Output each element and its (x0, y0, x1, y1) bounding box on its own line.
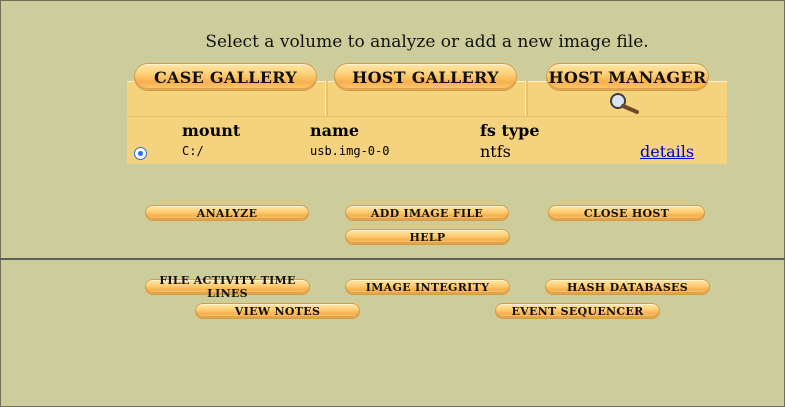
column-header-fs-type: fs type (480, 121, 540, 140)
tab-divider (525, 81, 528, 116)
section-divider (0, 258, 785, 260)
view-notes-button[interactable]: View Notes (195, 303, 360, 319)
page-prompt: Select a volume to analyze or add a new … (205, 32, 649, 52)
hash-databases-button[interactable]: Hash Databases (545, 279, 710, 295)
volume-radio[interactable] (134, 147, 147, 160)
file-activity-time-lines-button[interactable]: File Activity Time Lines (145, 274, 310, 300)
cell-mount: C:/ (182, 144, 204, 158)
tab-divider (325, 81, 328, 116)
tab-host-manager[interactable]: Host Manager (546, 63, 709, 91)
close-host-button[interactable]: Close Host (548, 205, 705, 221)
image-integrity-button[interactable]: Image Integrity (345, 279, 510, 295)
details-link[interactable]: details (640, 142, 694, 161)
cell-fs-type: ntfs (480, 142, 511, 161)
add-image-file-button[interactable]: Add Image File (345, 205, 509, 221)
cell-name: usb.img-0-0 (310, 144, 390, 158)
magnifier-icon (610, 93, 639, 114)
tab-case-gallery[interactable]: Case Gallery (134, 63, 317, 91)
column-header-mount: mount (182, 121, 241, 140)
window-frame (0, 0, 785, 407)
tab-host-gallery[interactable]: Host Gallery (334, 63, 517, 91)
event-sequencer-button[interactable]: Event Sequencer (495, 303, 660, 319)
help-button[interactable]: Help (345, 229, 510, 245)
analyze-button[interactable]: Analyze (145, 205, 309, 221)
column-header-name: name (310, 121, 360, 140)
